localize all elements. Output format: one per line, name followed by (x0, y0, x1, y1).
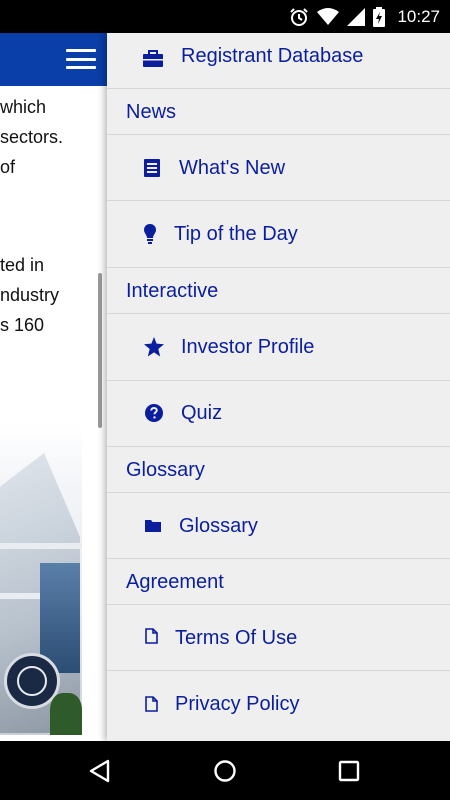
drawer-item-label: What's New (179, 157, 286, 179)
recents-icon[interactable] (333, 755, 365, 787)
drawer-item-label: Terms Of Use (175, 627, 298, 649)
drawer-item-terms-of-use[interactable]: Terms Of Use (107, 605, 450, 671)
section-header-glossary: Glossary (107, 447, 450, 493)
wifi-icon (317, 7, 340, 26)
status-bar: 10:27 (0, 0, 450, 33)
drawer-item-label: Investor Profile (181, 336, 315, 358)
hamburger-icon[interactable] (66, 47, 96, 71)
drawer-item-label: Tip of the Day (174, 223, 298, 245)
section-label: Interactive (126, 280, 219, 302)
body-text-line: ted in (0, 255, 45, 275)
section-label: Glossary (126, 459, 205, 481)
body-text-line: of (0, 157, 16, 177)
drawer-item-privacy-policy[interactable]: Privacy Policy (107, 671, 450, 741)
body-text-line: which (0, 97, 47, 117)
section-label: News (126, 101, 177, 123)
drawer-item-label: Registrant Database (181, 45, 364, 67)
drawer-item-label: Quiz (181, 402, 223, 424)
folder-icon (144, 517, 162, 533)
drawer-item-glossary[interactable]: Glossary (107, 493, 450, 559)
app-header (0, 33, 107, 86)
status-icons: 10:27 (289, 0, 440, 33)
scrollbar[interactable] (98, 273, 102, 428)
file-icon (144, 627, 158, 645)
drawer-item-investor-profile[interactable]: Investor Profile (107, 314, 450, 381)
building-photo (0, 423, 82, 735)
system-nav-bar (0, 741, 450, 800)
file-icon (144, 695, 158, 713)
question-circle-icon (144, 403, 164, 423)
section-header-news: News (107, 89, 450, 135)
drawer-item-whats-new[interactable]: What's New (107, 135, 450, 201)
drawer-item-tip-of-the-day[interactable]: Tip of the Day (107, 201, 450, 268)
back-icon[interactable] (83, 755, 115, 787)
body-text-line: sectors. (0, 127, 64, 147)
battery-charging-icon (373, 6, 386, 27)
cellular-signal-icon (347, 7, 366, 26)
section-label: Agreement (126, 571, 224, 593)
section-header-interactive: Interactive (107, 268, 450, 314)
drawer-item-registrant-database[interactable]: Registrant Database (107, 33, 450, 89)
home-icon[interactable] (209, 755, 241, 787)
background-page: which sectors. of ted in ndustry s 160 (0, 33, 107, 741)
newspaper-icon (143, 158, 161, 178)
section-header-agreement: Agreement (107, 559, 450, 605)
drawer-item-label: Glossary (179, 515, 258, 537)
navigation-drawer: Registrant Database News What's New Tip … (107, 33, 450, 741)
alarm-icon (289, 7, 309, 27)
drawer-item-quiz[interactable]: Quiz (107, 381, 450, 447)
briefcase-icon (143, 49, 163, 69)
drawer-item-label: Privacy Policy (175, 693, 300, 715)
lightbulb-icon (143, 223, 157, 245)
star-icon (143, 336, 165, 358)
status-time: 10:27 (397, 6, 440, 26)
body-text-line: s 160 (0, 315, 45, 335)
body-text-line: ndustry (0, 285, 60, 305)
